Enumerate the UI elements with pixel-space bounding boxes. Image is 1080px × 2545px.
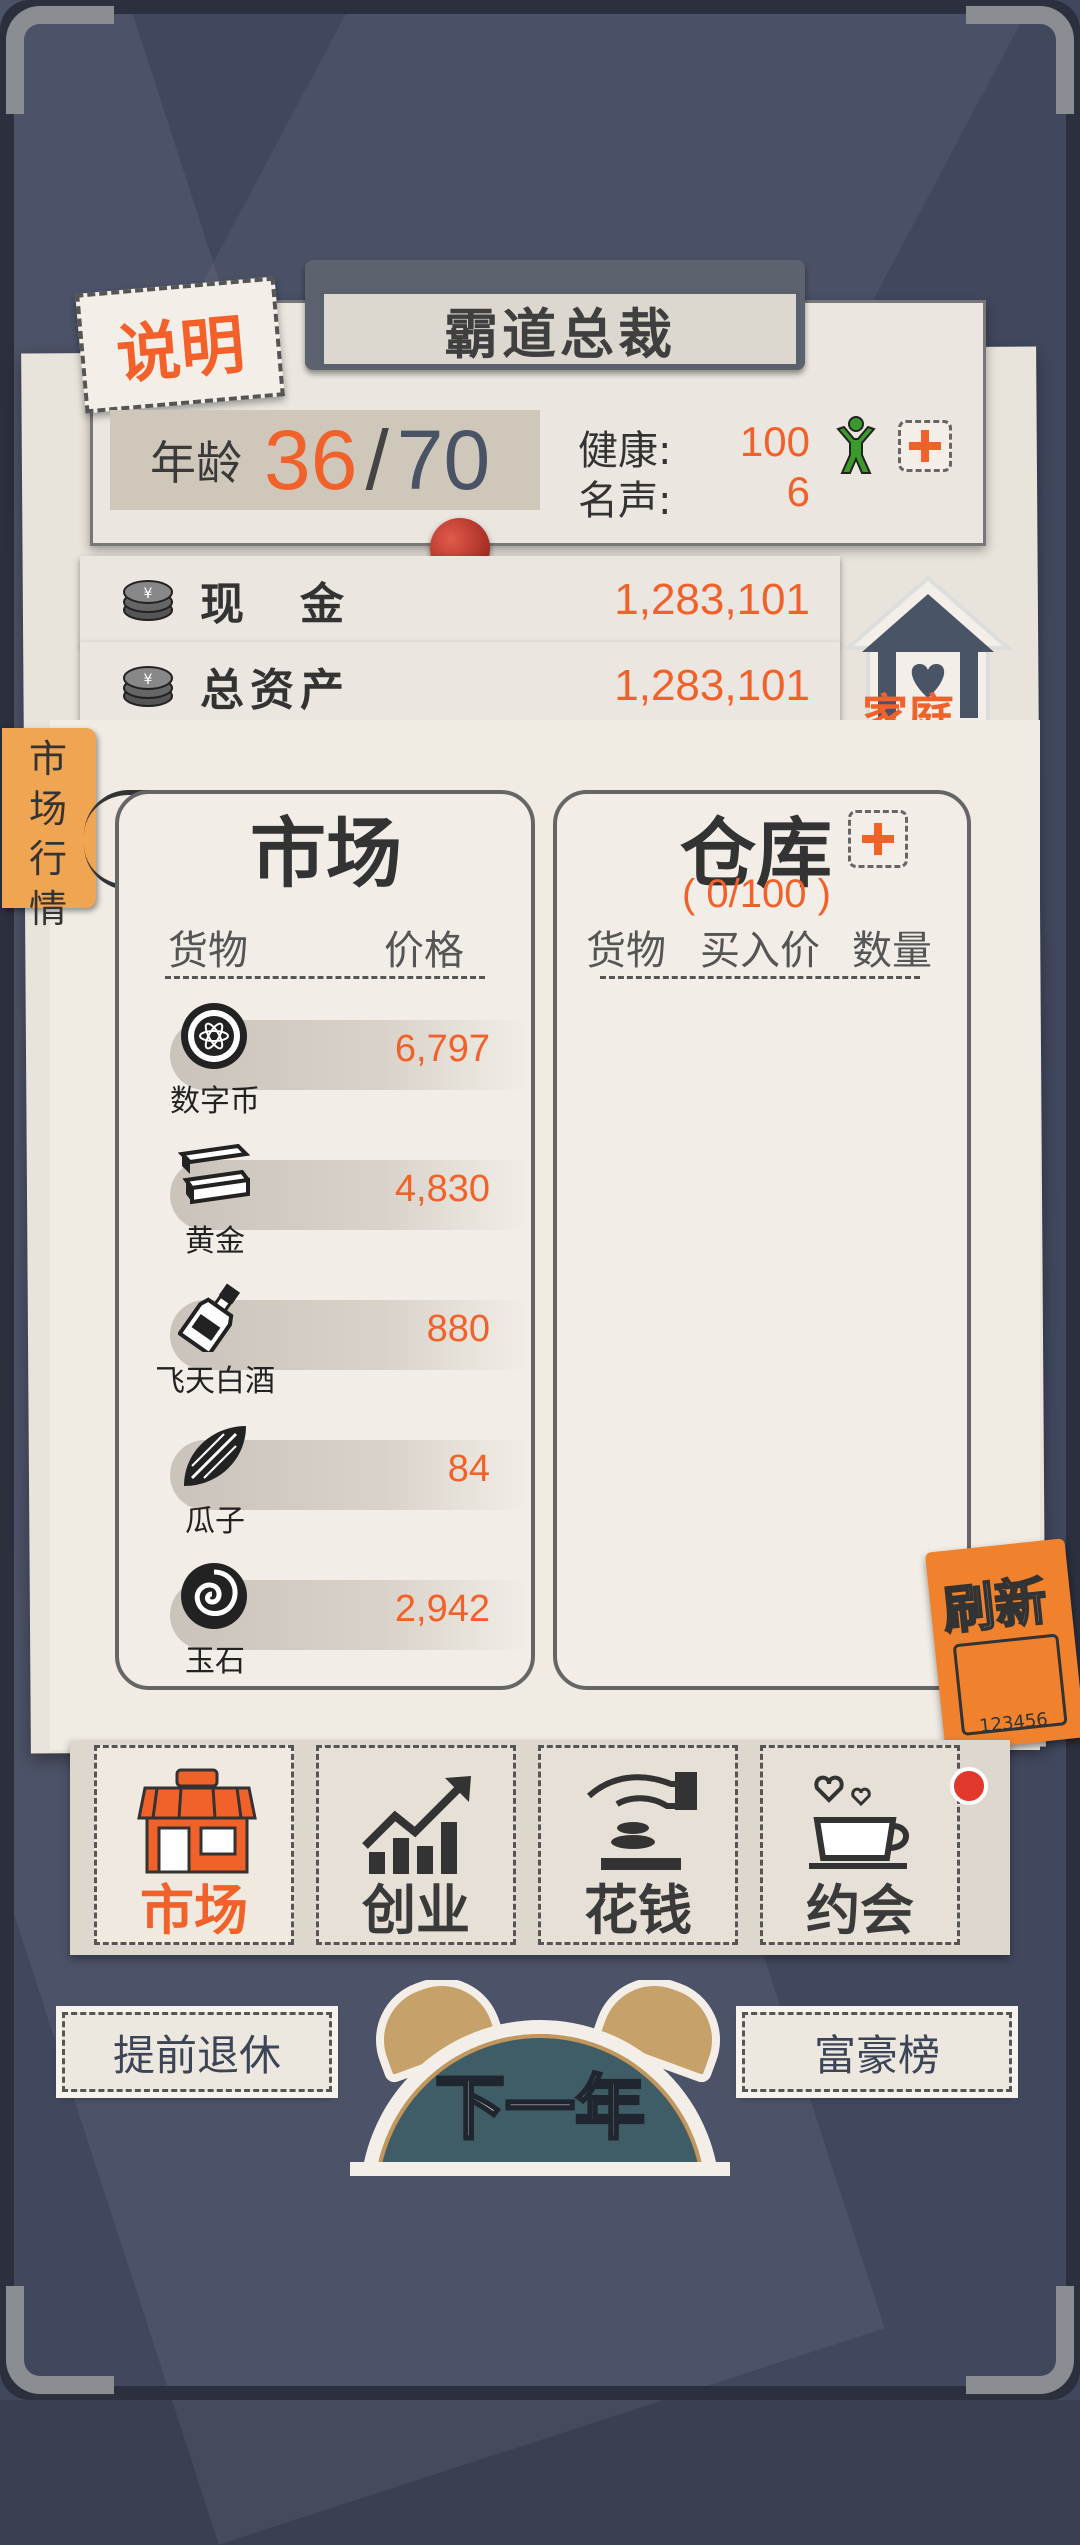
jade-stone-icon [181, 1563, 247, 1629]
goods-name: 飞天白酒 [155, 1364, 275, 1399]
market-col-price: 价格 [384, 928, 464, 974]
goods-price: 2,942 [394, 1588, 490, 1630]
market-trend-label: 市场行情 [28, 737, 67, 931]
tab-dating[interactable]: 约会 [760, 1745, 960, 1945]
age-panel: 年龄 36 / 70 [110, 410, 540, 510]
cash-value: 1,283,101 [614, 575, 810, 624]
frame-corner [6, 2286, 114, 2394]
goods-price: 84 [447, 1448, 490, 1490]
goods-name: 瓜子 [185, 1504, 245, 1539]
tab-label: 创业 [362, 1879, 470, 1942]
divider [600, 976, 920, 979]
svg-text:¥: ¥ [144, 586, 153, 602]
health-value: 100 [739, 418, 810, 465]
tab-startup[interactable]: 创业 [316, 1745, 516, 1945]
growth-chart-icon [362, 1776, 471, 1874]
sunflower-seed-icon [184, 1426, 246, 1486]
coin-stack-icon: ¥ [123, 580, 173, 621]
tab-market[interactable]: 市场 [94, 1745, 294, 1945]
shop-icon [137, 1768, 257, 1874]
storage-capacity: ( 0/100 ) [682, 872, 831, 916]
storage-col-buy-price: 买入价 [700, 928, 820, 974]
next-year-button[interactable]: 下一年 [360, 1980, 720, 2170]
cash-row: ¥ 现 金 1,283,101 [80, 556, 840, 644]
frame-corner [966, 6, 1074, 114]
goods-name: 玉石 [185, 1644, 245, 1679]
help-button[interactable]: 说明 [75, 276, 285, 414]
early-retire-button[interactable]: 提前退休 [62, 2012, 332, 2092]
cash-label: 现 金 [200, 579, 350, 630]
coffee-date-icon [809, 1775, 909, 1869]
market-title: 市场 [250, 809, 402, 898]
svg-text:¥: ¥ [144, 672, 153, 688]
goods-name: 黄金 [185, 1224, 245, 1259]
market-trend-tab[interactable]: 市场行情 [2, 728, 96, 931]
crypto-coin-icon [181, 1003, 247, 1069]
assets-row: ¥ 总资产 1,283,101 [80, 642, 840, 730]
frame-corner [966, 2286, 1074, 2394]
storage-expand-button[interactable] [848, 810, 908, 868]
storage-col-quantity: 数量 [852, 928, 932, 974]
market-item[interactable]: 黄金 4,830 [130, 1140, 530, 1270]
assets-value: 1,283,101 [614, 661, 810, 710]
health-plus-button[interactable] [898, 420, 952, 472]
tab-label: 市场 [140, 1879, 248, 1942]
market-item[interactable]: 数字币 6,797 [130, 1000, 530, 1130]
tab-label: 花钱 [584, 1879, 692, 1942]
goods-price: 6,797 [394, 1028, 490, 1070]
goods-price: 880 [426, 1308, 490, 1350]
tab-spend[interactable]: 花钱 [538, 1745, 738, 1945]
goods-price: 4,830 [394, 1168, 490, 1210]
refresh-label: 刷新 [939, 1571, 1051, 1644]
health-figure-icon [836, 416, 876, 474]
age-current: 36 [264, 412, 358, 507]
spend-money-icon [586, 1772, 697, 1870]
goods-name: 数字币 [170, 1084, 260, 1119]
storage-col-goods: 货物 [586, 928, 666, 974]
frame-corner [6, 6, 114, 114]
gold-bars-icon [178, 1143, 250, 1205]
assets-label: 总资产 [200, 665, 350, 716]
clock-base [350, 2162, 730, 2176]
liquor-bottle-icon [178, 1283, 241, 1352]
age-label: 年龄 [150, 436, 242, 490]
coin-stack-icon: ¥ [123, 666, 173, 707]
market-item[interactable]: 飞天白酒 880 [130, 1280, 530, 1410]
age-separator: / [365, 412, 389, 507]
age-max: 70 [396, 412, 491, 507]
notification-dot [950, 1767, 988, 1805]
leaderboard-button[interactable]: 富豪榜 [742, 2012, 1012, 2092]
next-year-label: 下一年 [434, 2066, 647, 2151]
refresh-button[interactable]: 刷新 123456 [924, 1538, 1080, 1752]
career-title: 霸道总裁 [320, 290, 800, 368]
market-item[interactable]: 瓜子 84 [130, 1420, 530, 1550]
fame-label: 名声: [578, 478, 672, 524]
tab-label: 约会 [806, 1879, 914, 1942]
market-col-goods: 货物 [168, 928, 248, 974]
fame-value: 6 [786, 468, 810, 515]
market-item[interactable]: 玉石 2,942 [130, 1560, 530, 1690]
divider [165, 976, 485, 979]
